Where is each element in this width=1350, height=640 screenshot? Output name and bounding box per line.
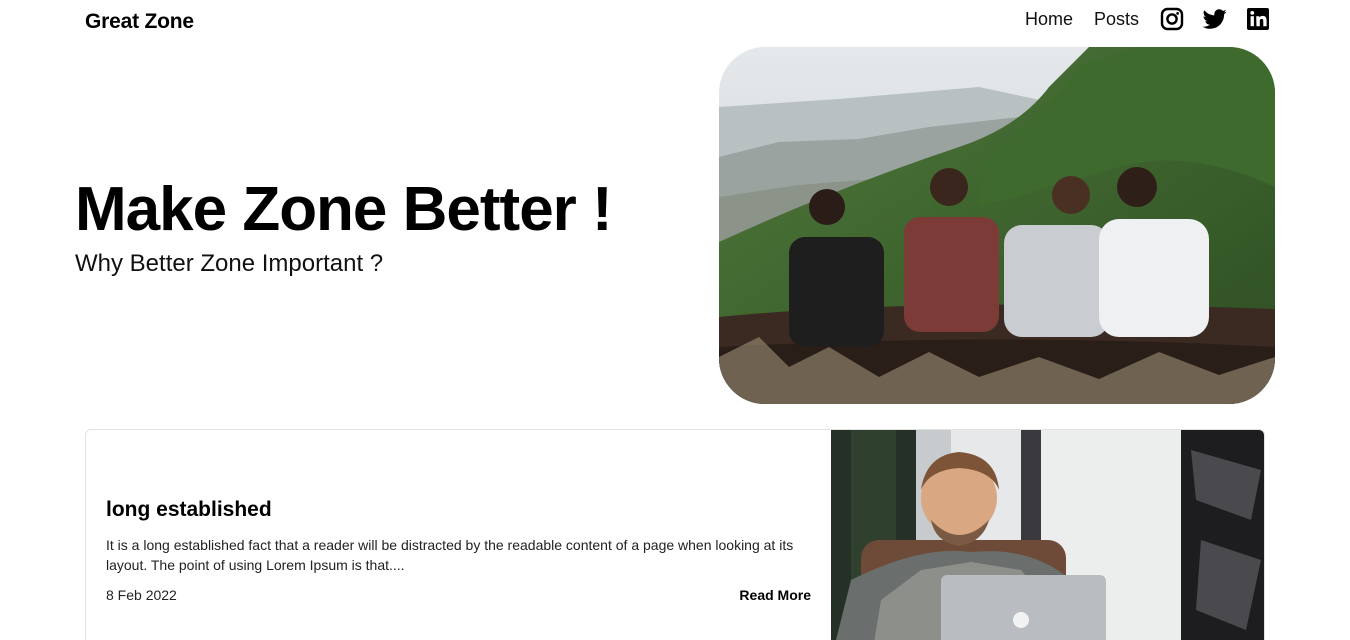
post-body: long established It is a long establishe… bbox=[106, 498, 811, 575]
instagram-icon[interactable] bbox=[1160, 7, 1184, 31]
post-card[interactable]: long established It is a long establishe… bbox=[85, 429, 1265, 640]
post-image bbox=[831, 430, 1264, 640]
linkedin-icon[interactable] bbox=[1246, 7, 1270, 31]
post-meta: 8 Feb 2022 Read More bbox=[106, 587, 811, 607]
post-title[interactable]: long established bbox=[106, 498, 811, 522]
twitter-icon[interactable] bbox=[1203, 7, 1227, 31]
nav-posts-link[interactable]: Posts bbox=[1094, 9, 1139, 30]
read-more-link[interactable]: Read More bbox=[739, 587, 811, 603]
hero-image bbox=[719, 47, 1275, 404]
navbar: Great Zone Home Posts bbox=[0, 0, 1350, 44]
post-date: 8 Feb 2022 bbox=[106, 587, 177, 603]
post-excerpt: It is a long established fact that a rea… bbox=[106, 537, 794, 573]
brand-logo[interactable]: Great Zone bbox=[85, 10, 194, 34]
nav-home-link[interactable]: Home bbox=[1025, 9, 1073, 30]
hero-subtitle: Why Better Zone Important ? bbox=[75, 250, 384, 277]
hero-title: Make Zone Better ! bbox=[75, 175, 613, 244]
nav-links: Home Posts bbox=[1025, 7, 1270, 31]
